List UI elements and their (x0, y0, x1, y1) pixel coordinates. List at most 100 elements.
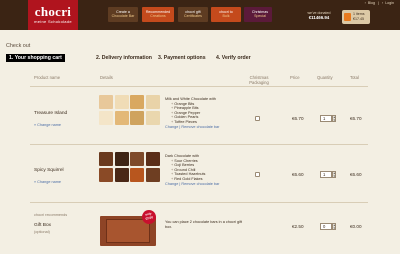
change-remove-links[interactable]: Change | Remove chocolate bar (165, 125, 243, 130)
item-total: €6.60 (350, 172, 362, 177)
ingredient-list: Sour Cherries Goji Berries Ground Chili … (165, 159, 243, 182)
quantity-stepper[interactable]: ▲ ▼ (332, 115, 336, 122)
shopping-bag-icon (344, 13, 351, 21)
giftbox-optional-note: (optional) (34, 230, 50, 234)
ingredient-image (114, 152, 129, 166)
top-links: › Blog | › Login (363, 1, 394, 5)
cart-count: 1 items (353, 12, 365, 16)
ingredient-image (99, 167, 113, 182)
ingredient-image (114, 167, 129, 182)
column-header-product: Product name (34, 75, 61, 80)
ingredient-image (99, 152, 113, 166)
gift-box-lid (106, 219, 150, 243)
ingredient-images (99, 95, 160, 125)
item-price: €6.70 (292, 116, 304, 121)
login-link[interactable]: Login (385, 1, 394, 5)
item-total: €6.70 (350, 116, 362, 121)
giftbox-description: You can place 2 chocolate bars in a choc… (165, 220, 243, 229)
chevron-down-icon: ▼ (333, 175, 336, 178)
product-description: Dark Chocolate with Sour Cherries Goji B… (165, 154, 243, 186)
nav-gift-certificates[interactable]: chocri gift Certificates (178, 7, 208, 22)
chevron-down-icon: ▼ (333, 119, 336, 122)
nav-christmas-special[interactable]: Christmas Special (244, 7, 272, 22)
ingredient-image (130, 95, 144, 109)
step-label: Delivery information (101, 55, 152, 61)
step-verify[interactable]: 4. Verify order (216, 54, 251, 62)
product-description: Milk and White Chocolate with Orange Bit… (165, 97, 243, 129)
ingredient-image (130, 167, 144, 182)
item-price: €6.60 (292, 172, 304, 177)
ingredient-image (145, 152, 160, 166)
product-name: Spicy Squirrel (34, 168, 64, 173)
ingredient-image (99, 110, 113, 125)
separator: | (378, 1, 379, 5)
logo-wordmark: chocri (34, 4, 72, 19)
step-label: Your shopping cart (14, 55, 62, 61)
column-header-price: Price (290, 75, 300, 80)
page-title: Check out (6, 43, 31, 49)
row-divider (30, 202, 368, 203)
giftbox-price: €2.50 (292, 224, 304, 229)
logo-tagline: meine Schokolade (34, 19, 72, 24)
chevron-right-icon: › (364, 1, 366, 5)
christmas-packaging-checkbox[interactable] (255, 172, 260, 177)
cart-total: €17.45 (353, 16, 364, 21)
giftbox-quantity-input[interactable]: 0 (320, 223, 332, 230)
ingredient-image (99, 95, 113, 109)
shopping-cart-widget[interactable]: 1 items €17.45 (342, 10, 370, 24)
site-header: chocri meine Schokolade Create a Chocola… (0, 0, 400, 30)
quantity-input[interactable]: 1 (320, 171, 332, 178)
nav-sub: Bulk (222, 13, 230, 18)
step-shopping-cart[interactable]: 1. Your shopping cart (6, 54, 65, 62)
product-name: Treasure Island (34, 111, 68, 116)
list-item: Red Gold Flakes (171, 177, 243, 182)
ingredient-image (114, 110, 129, 125)
chevron-down-icon: ▼ (333, 227, 336, 230)
nav-sub: Chocolate Bar (111, 13, 135, 18)
chocri-logo[interactable]: chocri meine Schokolade (28, 0, 78, 30)
nav-sub: Certificates (184, 13, 202, 18)
change-name-link[interactable]: » Change name (34, 123, 61, 127)
christmas-packaging-checkbox[interactable] (255, 116, 260, 121)
column-header-details: Details (100, 75, 113, 80)
giftbox-name: Gift Box (34, 223, 52, 228)
ingredient-list: Orange Bits Pineapple Bits Orange Pepper… (165, 102, 243, 125)
change-remove-links[interactable]: Change | Remove chocolate bar (165, 182, 243, 187)
step-delivery[interactable]: 2. Delivery information (96, 54, 152, 62)
ingredient-images (99, 152, 160, 182)
nav-create-bar[interactable]: Create a Chocolate Bar (108, 7, 138, 22)
ingredient-image (145, 167, 160, 182)
ingredient-image (130, 110, 144, 125)
quantity-stepper[interactable]: ▲ ▼ (332, 223, 336, 230)
ingredient-image (130, 152, 144, 166)
nav-sub: Special (254, 13, 266, 18)
ingredient-image (114, 95, 129, 109)
donated-amount: €11466.94 (308, 14, 330, 20)
column-header-christmas-packaging: Christmas Packaging (249, 75, 269, 85)
blog-link[interactable]: Blog (368, 1, 375, 5)
list-item: Toffee Pieces (171, 120, 243, 125)
step-label: Payment options (163, 55, 206, 61)
ingredient-image (145, 95, 160, 109)
quantity-stepper[interactable]: ▲ ▼ (332, 171, 336, 178)
chevron-right-icon: › (382, 1, 384, 5)
row-divider (30, 86, 368, 87)
step-number: 4. (216, 55, 221, 61)
step-payment[interactable]: 3. Payment options (158, 54, 206, 62)
donation-counter: we've donated €11466.94 (302, 11, 336, 20)
nav-sub: Creations (150, 13, 166, 18)
nav-bulk[interactable]: chocri to Bulk (211, 7, 241, 22)
nav-recommended[interactable]: Recommended Creations (142, 7, 174, 22)
column-header-total: Total (350, 75, 359, 80)
step-label: Verify order (221, 55, 251, 61)
row-divider (30, 144, 368, 145)
change-name-link[interactable]: » Change name (34, 180, 61, 184)
recommends-label: chocri recommends (34, 213, 68, 217)
step-number: 3. (158, 55, 163, 61)
step-number: 2. (96, 55, 101, 61)
column-header-quantity: Quantity (317, 75, 333, 80)
giftbox-total: €0.00 (350, 224, 362, 229)
quantity-input[interactable]: 1 (320, 115, 332, 122)
ingredient-image (145, 110, 160, 125)
cart-summary: 1 items €17.45 (353, 12, 365, 21)
